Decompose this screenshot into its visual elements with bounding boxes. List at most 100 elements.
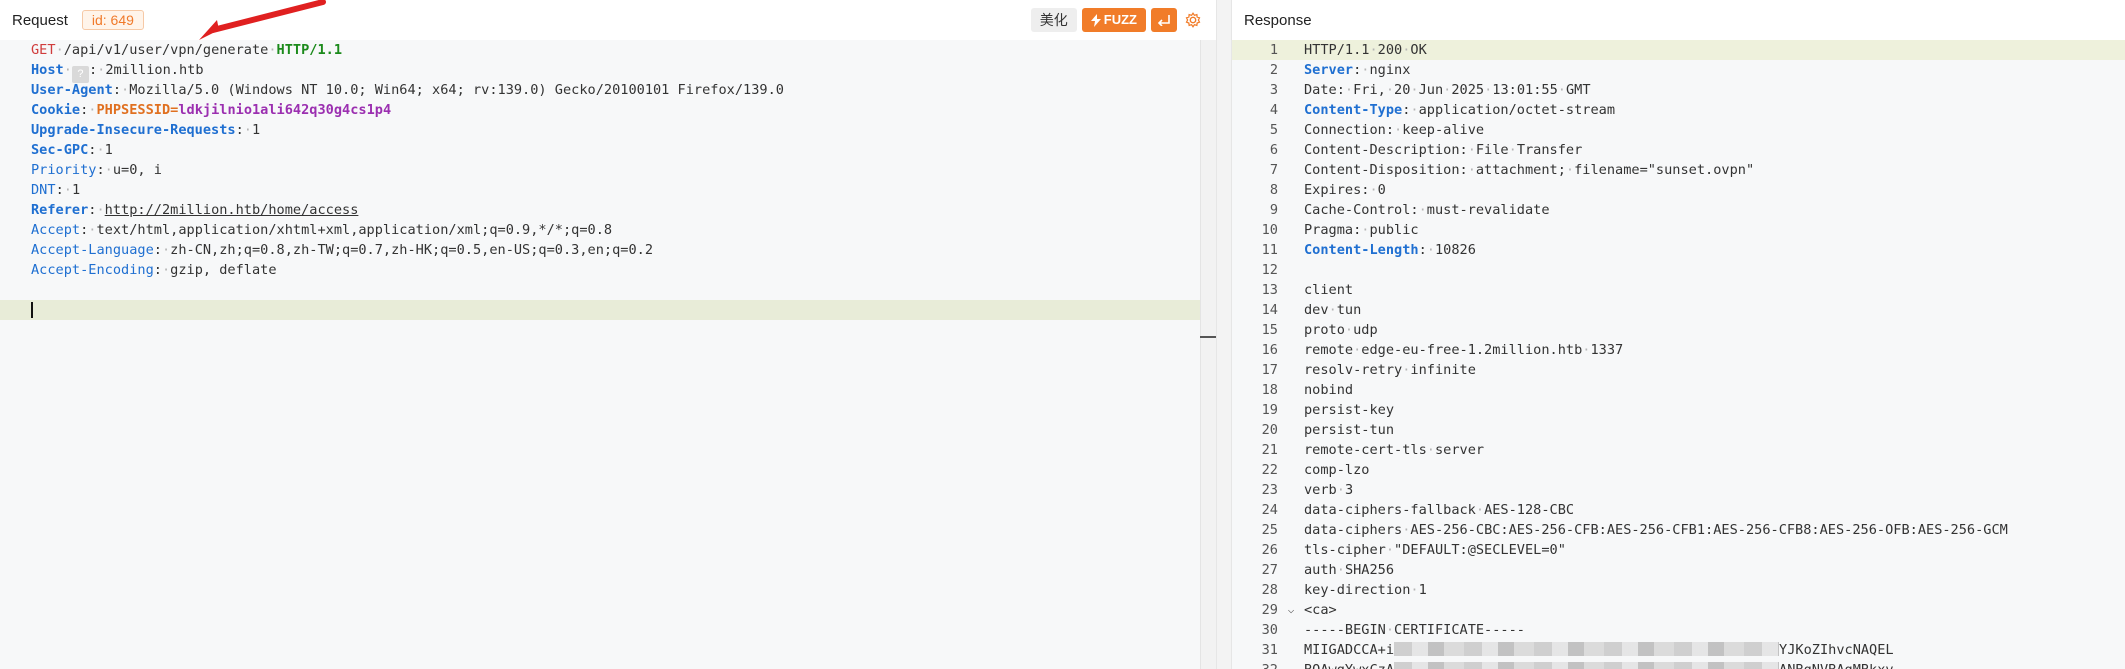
line-text: Cache-Control:·must-revalidate bbox=[1304, 202, 1550, 218]
line-number: 21 bbox=[1261, 442, 1278, 458]
response-header: Response bbox=[1232, 0, 2125, 40]
request-pane: Request id: 649 美化 FUZZ GET·/api/v1/user… bbox=[0, 0, 1216, 669]
response-line: 29 ⌵ <ca> bbox=[1232, 600, 2125, 620]
request-scrollbar[interactable] bbox=[1200, 40, 1216, 669]
chevron-down-icon[interactable]: ⌵ bbox=[1278, 600, 1304, 620]
fold-gutter bbox=[1278, 80, 1304, 100]
response-line: 12 bbox=[1232, 260, 2125, 280]
response-line: 7 Content-Disposition:·attachment;·filena… bbox=[1232, 160, 2125, 180]
line-number: 22 bbox=[1261, 462, 1278, 478]
response-line: 6 Content-Description:·File·Transfer bbox=[1232, 140, 2125, 160]
fold-gutter bbox=[1278, 120, 1304, 140]
line-text: BQAwgYwxCzAANBgNVBAgMBkxv bbox=[1304, 660, 1894, 669]
text-caret bbox=[31, 302, 33, 318]
send-button[interactable] bbox=[1151, 8, 1177, 32]
header-upgrade-insecure: Upgrade-Insecure-Requests:·1 bbox=[31, 122, 261, 138]
request-editor[interactable]: GET·/api/v1/user/vpn/generate·HTTP/1.1 H… bbox=[0, 40, 1216, 669]
response-line: 14 dev·tun bbox=[1232, 300, 2125, 320]
header-cookie: Cookie:·PHPSESSID=ldkjilnio1ali642q30g4c… bbox=[31, 102, 392, 118]
request-toolbar: 美化 FUZZ bbox=[1030, 8, 1204, 32]
line-number: 6 bbox=[1269, 142, 1278, 158]
fuzz-button[interactable]: FUZZ bbox=[1081, 8, 1146, 32]
line-number: 27 bbox=[1261, 562, 1278, 578]
line-number: 25 bbox=[1261, 522, 1278, 538]
lightning-icon bbox=[1090, 13, 1101, 27]
response-line: 25 data-ciphers·AES-256-CBC:AES-256-CFB:A… bbox=[1232, 520, 2125, 540]
fold-gutter bbox=[1278, 480, 1304, 500]
header-accept-encoding: Accept-Encoding:·gzip, deflate bbox=[31, 262, 277, 278]
line-text: comp-lzo bbox=[1304, 462, 1370, 478]
line-number: 24 bbox=[1261, 502, 1278, 518]
response-line: 8 Expires:·0 bbox=[1232, 180, 2125, 200]
line-number: 16 bbox=[1261, 342, 1278, 358]
line-number: 17 bbox=[1261, 362, 1278, 378]
header-priority: Priority:·u=0, i bbox=[31, 162, 162, 178]
response-line: 13 client bbox=[1232, 280, 2125, 300]
beautify-button[interactable]: 美化 bbox=[1030, 8, 1077, 32]
line-text: <ca> bbox=[1304, 602, 1337, 618]
fold-gutter bbox=[1278, 260, 1304, 280]
line-text: Server:·nginx bbox=[1304, 62, 1411, 78]
response-title: Response bbox=[1244, 11, 1312, 29]
response-editor[interactable]: 1 HTTP/1.1·200·OK 2 Server:·nginx 3 Date:·Fri… bbox=[1232, 40, 2125, 669]
header-dnt: DNT:·1 bbox=[31, 182, 81, 198]
line-text: resolv-retry·infinite bbox=[1304, 362, 1476, 378]
line-number: 12 bbox=[1261, 262, 1278, 278]
response-line: 16 remote·edge-eu-free-1.2million.htb·133… bbox=[1232, 340, 2125, 360]
line-text: data-ciphers-fallback·AES-128-CBC bbox=[1304, 502, 1575, 518]
cursor-line[interactable] bbox=[0, 300, 1216, 320]
gear-icon bbox=[1185, 12, 1201, 28]
line-text: Expires:·0 bbox=[1304, 182, 1386, 198]
fold-gutter bbox=[1278, 660, 1304, 669]
fold-gutter bbox=[1278, 160, 1304, 180]
fold-gutter bbox=[1278, 540, 1304, 560]
line-number: 3 bbox=[1269, 82, 1278, 98]
line-number: 19 bbox=[1261, 402, 1278, 418]
fold-gutter bbox=[1278, 340, 1304, 360]
line-text: data-ciphers·AES-256-CBC:AES-256-CFB:AES… bbox=[1304, 522, 2008, 538]
line-number: 23 bbox=[1261, 482, 1278, 498]
line-number: 14 bbox=[1261, 302, 1278, 318]
fold-gutter bbox=[1278, 300, 1304, 320]
fold-gutter bbox=[1278, 560, 1304, 580]
response-line: 11 Content-Length:·10826 bbox=[1232, 240, 2125, 260]
line-number: 5 bbox=[1269, 122, 1278, 138]
line-text: Content-Type:·application/octet-stream bbox=[1304, 102, 1616, 118]
line-text: MIIGADCCA+i YJKoZIhvcNAQEL bbox=[1304, 642, 1894, 658]
red-arrow-icon bbox=[199, 0, 326, 40]
request-id-badge: id: 649 bbox=[81, 10, 144, 30]
line-text: HTTP/1.1·200·OK bbox=[1304, 42, 1427, 58]
fold-gutter bbox=[1278, 240, 1304, 260]
response-line: 27 auth·SHA256 bbox=[1232, 560, 2125, 580]
line-number: 9 bbox=[1269, 202, 1278, 218]
response-line: 17 resolv-retry·infinite bbox=[1232, 360, 2125, 380]
response-line: 9 Cache-Control:·must-revalidate bbox=[1232, 200, 2125, 220]
line-text: Content-Description:·File·Transfer bbox=[1304, 142, 1583, 158]
fold-gutter bbox=[1278, 100, 1304, 120]
line-number: 11 bbox=[1261, 242, 1278, 258]
line-number: 4 bbox=[1269, 102, 1278, 118]
fold-gutter bbox=[1278, 40, 1304, 60]
pane-divider[interactable] bbox=[1216, 0, 1232, 669]
line-text: -----BEGIN·CERTIFICATE----- bbox=[1304, 622, 1525, 638]
response-line: 32 BQAwgYwxCzAANBgNVBAgMBkxv bbox=[1232, 660, 2125, 669]
line-number: 1 bbox=[1269, 42, 1278, 58]
line-number: 2 bbox=[1269, 62, 1278, 78]
settings-button[interactable] bbox=[1182, 8, 1204, 32]
fold-gutter bbox=[1278, 400, 1304, 420]
response-line: 1 HTTP/1.1·200·OK bbox=[1232, 40, 2125, 60]
fold-gutter bbox=[1278, 60, 1304, 80]
referer-link[interactable]: http://2million.htb/home/access bbox=[105, 202, 359, 218]
line-number: 29 bbox=[1261, 602, 1278, 618]
line-text: persist-tun bbox=[1304, 422, 1395, 438]
response-line: 15 proto·udp bbox=[1232, 320, 2125, 340]
line-number: 18 bbox=[1261, 382, 1278, 398]
fold-gutter bbox=[1278, 320, 1304, 340]
line-number: 31 bbox=[1261, 642, 1278, 658]
response-line: 26 tls-cipher·"DEFAULT:@SECLEVEL=0" bbox=[1232, 540, 2125, 560]
response-line: 10 Pragma:·public bbox=[1232, 220, 2125, 240]
response-line: 19 persist-key bbox=[1232, 400, 2125, 420]
line-text: Content-Length:·10826 bbox=[1304, 242, 1476, 258]
response-pane: Response 1 HTTP/1.1·200·OK 2 Server:·nginx 3… bbox=[1232, 0, 2125, 669]
response-line: 22 comp-lzo bbox=[1232, 460, 2125, 480]
